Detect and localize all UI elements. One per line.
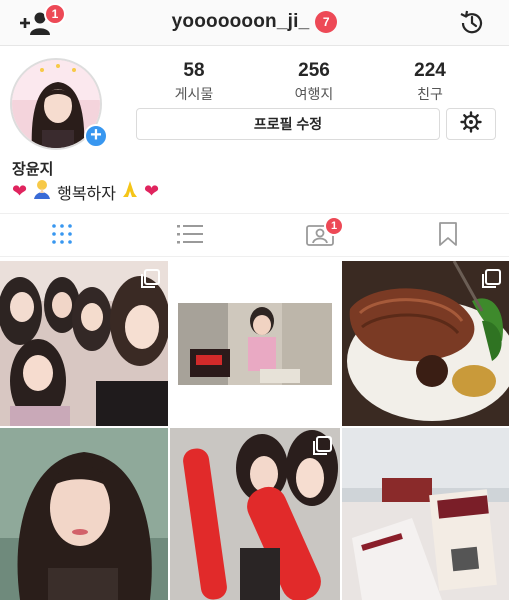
multi-photo-icon — [482, 269, 501, 288]
gear-icon — [460, 110, 482, 138]
profile-bio: ❤ 행복하자 ❤ — [12, 179, 159, 204]
multi-photo-icon — [141, 269, 160, 288]
stat-friends[interactable]: 224 친구 — [380, 60, 480, 104]
stat-value: 256 — [298, 60, 330, 81]
tab-grid[interactable] — [46, 222, 78, 250]
username-badge: 7 — [315, 11, 338, 33]
post-image — [0, 428, 168, 600]
grid-post[interactable] — [342, 428, 509, 600]
heart-icon: ❤ — [12, 181, 28, 201]
display-name: 장윤지 — [12, 161, 54, 178]
multi-photo-icon — [313, 436, 332, 455]
username-text: yooooooon_ji_ — [171, 11, 310, 32]
praying-emoji-icon — [31, 179, 53, 204]
list-icon — [176, 222, 204, 251]
profile-tabs: 1 — [0, 213, 509, 257]
post-image — [170, 261, 340, 426]
tab-tagged[interactable]: 1 — [304, 216, 344, 250]
add-story-button[interactable]: + — [84, 124, 108, 148]
folded-hands-icon — [120, 179, 140, 204]
bio-text: 행복하자 — [57, 185, 116, 203]
grid-post[interactable] — [0, 428, 168, 600]
username-title[interactable]: yooooooon_ji_ 7 — [0, 11, 509, 33]
grid-post[interactable] — [170, 261, 340, 426]
stat-places[interactable]: 256 여행지 — [264, 60, 364, 104]
tab-saved[interactable] — [432, 221, 464, 252]
profile-stats: 58 게시물 256 여행지 224 친구 — [136, 60, 446, 104]
top-bar: 1 yooooooon_ji_ 7 — [0, 0, 509, 46]
post-image — [342, 428, 509, 600]
grid-post[interactable] — [170, 428, 340, 600]
history-icon[interactable] — [457, 8, 487, 38]
heart-icon: ❤ — [143, 181, 160, 201]
stat-label: 여행지 — [294, 86, 334, 102]
stat-value: 58 — [183, 60, 205, 81]
bookmark-icon — [438, 221, 458, 252]
grid-post[interactable] — [0, 261, 168, 426]
grid-post[interactable] — [342, 261, 509, 426]
settings-button[interactable] — [446, 108, 496, 140]
photo-grid — [0, 261, 509, 600]
stat-value: 224 — [414, 60, 446, 81]
tagged-badge: 1 — [324, 216, 344, 236]
grid-icon — [50, 222, 74, 251]
stat-posts[interactable]: 58 게시물 — [144, 60, 244, 104]
edit-profile-button[interactable]: 프로필 수정 — [136, 108, 440, 140]
profile-avatar[interactable]: + — [10, 58, 108, 154]
tab-list[interactable] — [174, 222, 206, 250]
stat-label: 친구 — [417, 86, 443, 102]
stat-label: 게시물 — [174, 86, 214, 102]
